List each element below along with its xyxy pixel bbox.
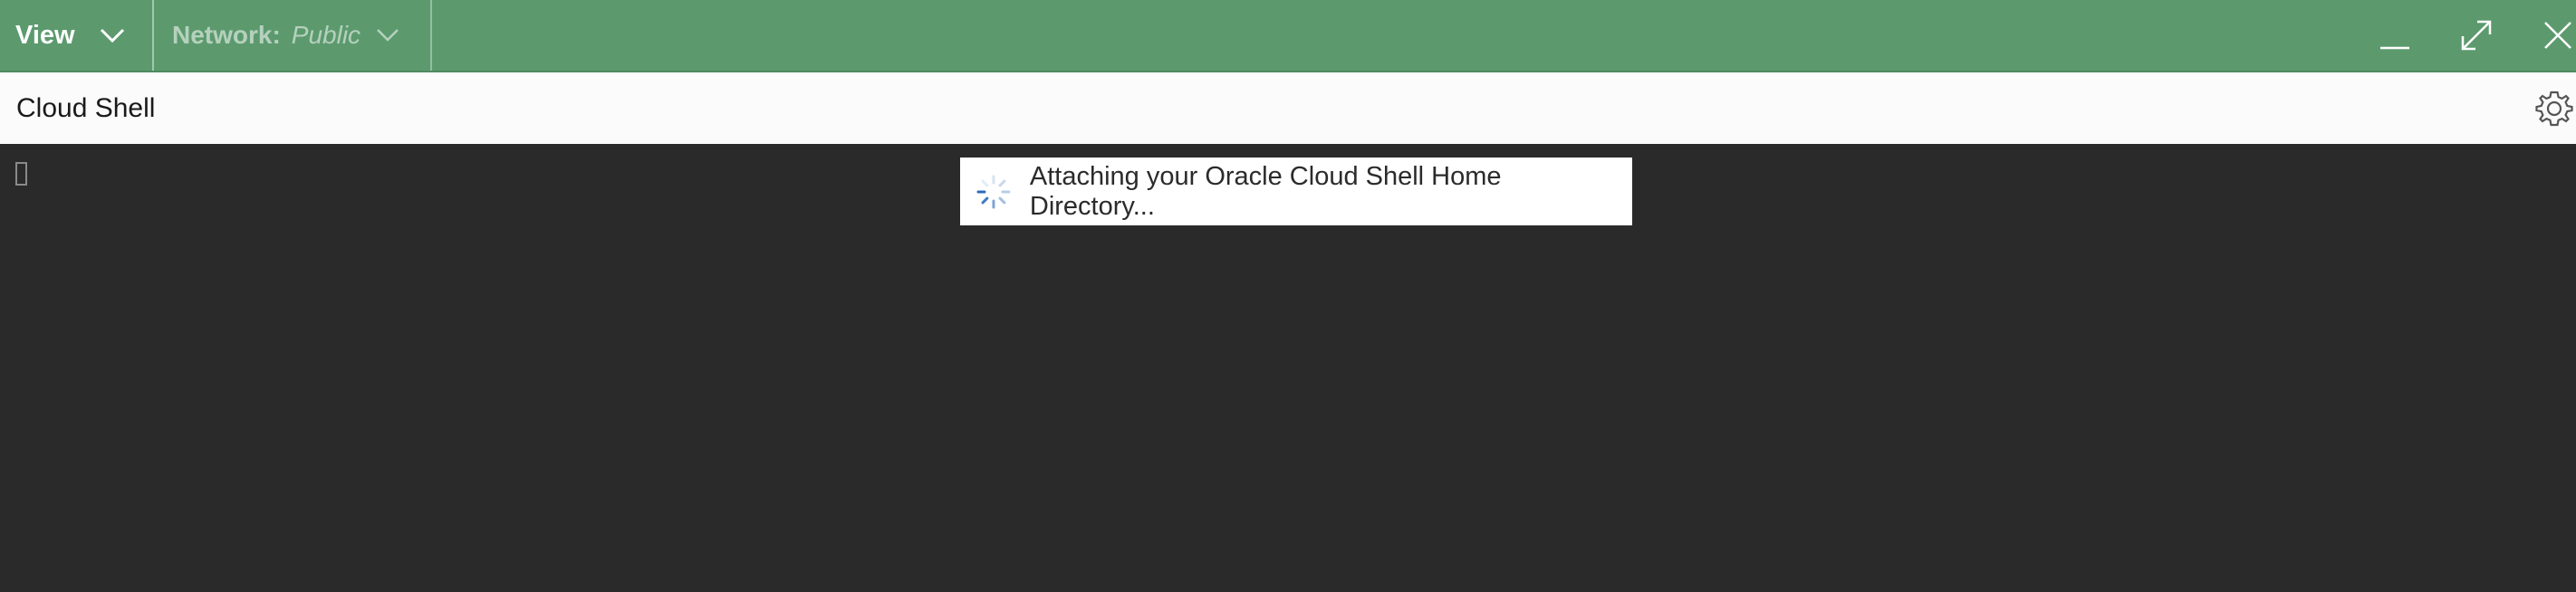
view-menu-button[interactable]: View: [0, 0, 154, 71]
top-toolbar: View Network: Public: [0, 0, 2576, 72]
status-toast: Attaching your Oracle Cloud Shell Home D…: [960, 158, 1632, 225]
status-message: Attaching your Oracle Cloud Shell Home D…: [1029, 161, 1502, 221]
gear-icon[interactable]: [2534, 89, 2574, 129]
chevron-down-icon: [377, 29, 399, 42]
maximize-button[interactable]: [2449, 8, 2504, 62]
loading-spinner-icon: [976, 175, 1011, 208]
title-bar: Cloud Shell: [0, 72, 2576, 144]
cloud-shell-window: View Network: Public Cloud Shell Attachi…: [0, 0, 2576, 592]
terminal-cursor: [15, 162, 27, 186]
minimize-icon: [2380, 46, 2409, 50]
chevron-down-icon: [100, 28, 124, 43]
maximize-icon: [2461, 20, 2492, 51]
network-label: Network:: [172, 21, 281, 49]
network-menu-button[interactable]: Network: Public: [154, 0, 432, 71]
close-button[interactable]: [2531, 8, 2576, 62]
minimize-button[interactable]: [2368, 8, 2422, 62]
window-controls: [2341, 0, 2576, 71]
close-icon: [2544, 22, 2571, 49]
terminal-area[interactable]: Attaching your Oracle Cloud Shell Home D…: [0, 144, 2576, 592]
network-value: Public: [291, 21, 361, 49]
view-menu-label: View: [15, 20, 75, 50]
page-title: Cloud Shell: [16, 92, 156, 123]
